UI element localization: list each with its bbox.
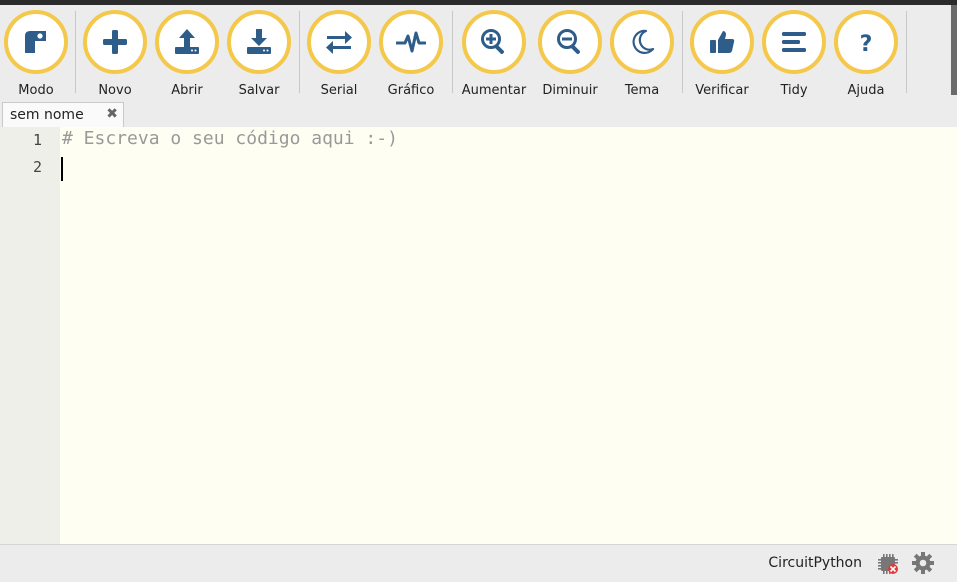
save-button[interactable]: Salvar [223, 10, 295, 98]
help-icon: ? [860, 32, 873, 57]
zoom-in-button[interactable]: Aumentar [458, 10, 530, 98]
tidy-button-label: Tidy [780, 83, 808, 98]
mode-label[interactable]: CircuitPython [768, 555, 862, 571]
zoom-out-button[interactable]: Diminuir [534, 10, 606, 98]
plotter-button[interactable]: Gráfico [375, 10, 447, 98]
moon-icon [632, 29, 655, 54]
toolbar: Modo Novo Abrir Salvar Serial Gráfico Au… [0, 5, 950, 98]
tidy-button[interactable]: Tidy [758, 10, 830, 98]
zoom-in-icon [481, 29, 505, 55]
help-button[interactable]: ? Ajuda [830, 10, 902, 98]
text-cursor [61, 157, 63, 181]
svg-text:?: ? [860, 32, 873, 57]
serial-button-label: Serial [320, 83, 358, 98]
plotter-button-label: Gráfico [387, 83, 435, 98]
plus-icon [103, 30, 127, 54]
open-button-label: Abrir [171, 83, 203, 98]
toolbar-separator [452, 11, 453, 93]
zoom-out-icon [557, 29, 581, 55]
open-button[interactable]: Abrir [151, 10, 223, 98]
toolbar-separator [682, 11, 683, 93]
download-icon [247, 29, 271, 54]
code-editor[interactable]: 1 2 # Escreva o seu código aqui :-) [0, 127, 957, 544]
line-number: 2 [32, 158, 42, 176]
theme-button-label: Tema [624, 83, 660, 98]
save-button-label: Salvar [238, 83, 280, 98]
tab-untitled[interactable]: sem nome ✖ [2, 102, 124, 127]
mode-icon [25, 31, 46, 53]
zoom-in-button-label: Aumentar [461, 83, 527, 98]
close-icon[interactable]: ✖ [106, 106, 118, 122]
toolbar-separator [75, 11, 76, 93]
thumbs-up-icon [710, 31, 735, 53]
toolbar-separator [906, 11, 907, 93]
toolbar-separator [299, 11, 300, 93]
serial-button[interactable]: Serial [303, 10, 375, 98]
line-number-gutter: 1 2 [0, 127, 60, 544]
upload-icon [175, 29, 199, 54]
mode-button-label: Modo [18, 83, 54, 98]
exchange-icon [326, 31, 352, 54]
code-line[interactable]: # Escreva o seu código aqui :-) [62, 128, 398, 149]
new-button-label: Novo [98, 83, 132, 98]
check-button-label: Verificar [695, 83, 749, 98]
new-button[interactable]: Novo [79, 10, 151, 98]
zoom-out-button-label: Diminuir [542, 83, 598, 98]
help-button-label: Ajuda [847, 83, 885, 98]
mode-button[interactable]: Modo [0, 10, 72, 98]
check-button[interactable]: Verificar [686, 10, 758, 98]
chip-disconnected-icon[interactable] [877, 553, 899, 575]
tab-title: sem nome [10, 107, 84, 123]
lines-icon [782, 32, 806, 52]
gear-icon[interactable] [911, 551, 935, 575]
line-number: 1 [32, 131, 42, 149]
window-scrollbar[interactable] [951, 5, 957, 95]
status-bar: CircuitPython [0, 544, 957, 582]
theme-button[interactable]: Tema [606, 10, 678, 98]
tab-bar: sem nome ✖ [0, 100, 957, 128]
pulse-icon [396, 31, 426, 53]
